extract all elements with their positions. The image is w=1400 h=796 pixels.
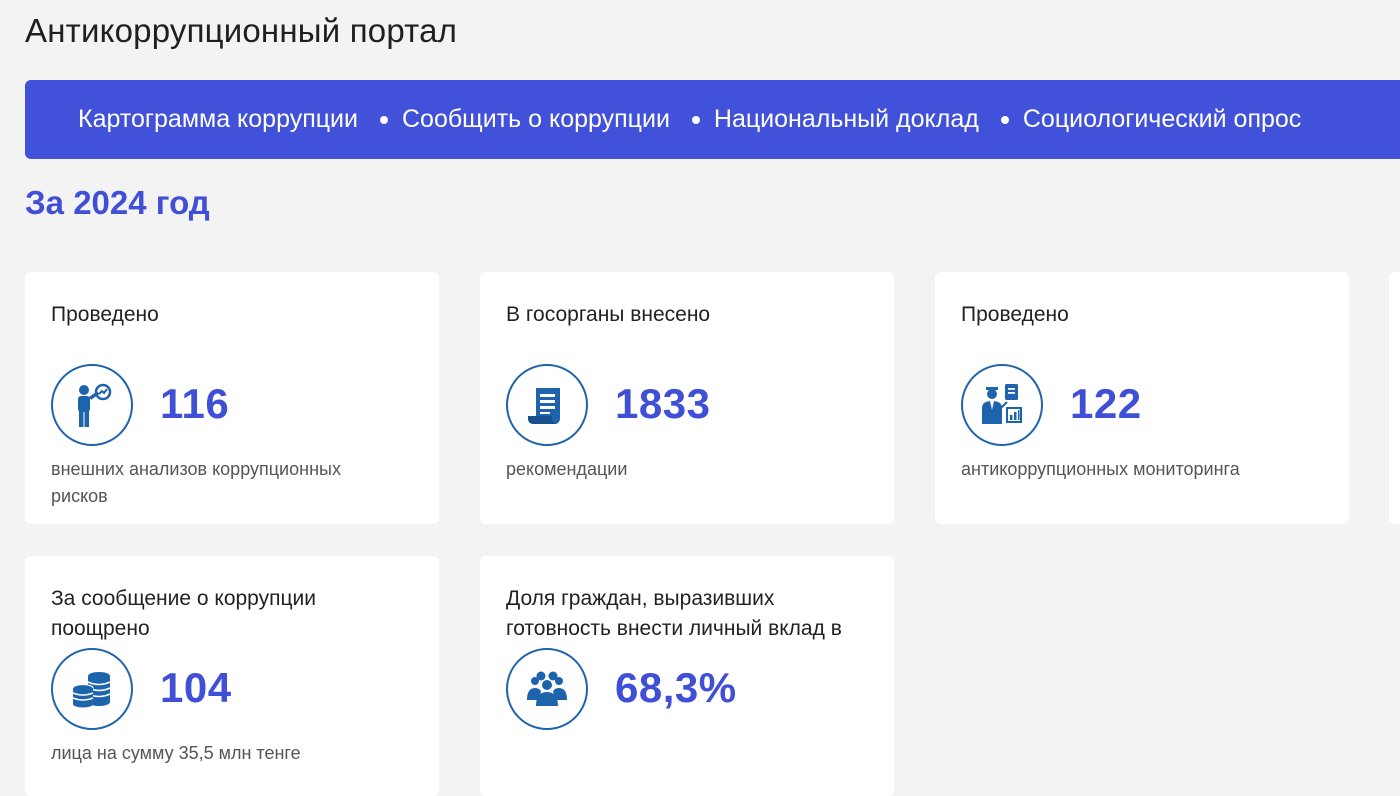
- monitoring-presenter-icon: [961, 364, 1043, 446]
- section-title: За 2024 год: [25, 184, 210, 221]
- coins-stack-icon: [51, 648, 133, 730]
- card-label: Доля граждан, выразивших готовность внес…: [506, 587, 842, 640]
- card-value: 1833: [615, 380, 711, 427]
- card-label: Проведено: [51, 303, 159, 326]
- stat-card-monitoring: Проведено 122 антикоррупционных монитори…: [935, 272, 1349, 524]
- card-value: 122: [1070, 380, 1142, 427]
- nav-item-report-corruption[interactable]: Сообщить о коррупции: [402, 105, 670, 134]
- nav-item-national-report[interactable]: Национальный доклад: [714, 105, 979, 134]
- nav-separator-dot: [1000, 115, 1009, 124]
- nav-separator-dot: [691, 115, 700, 124]
- stat-card-risk-analyses: Проведено 116 внешних анализов коррупцио…: [25, 272, 439, 524]
- card-description: рекомендации: [506, 459, 628, 479]
- card-description: внешних анализов коррупционных рисков: [51, 459, 341, 506]
- nav-separator-dot: [379, 115, 388, 124]
- card-description: лица на сумму 35,5 млн тенге: [51, 743, 301, 763]
- card-value: 68,3%: [615, 664, 737, 711]
- page-title: Антикоррупционный портал: [25, 12, 458, 49]
- stat-card-partial: [1389, 272, 1400, 524]
- stat-card-recommendations: В госорганы внесено 1833 рекомендации: [480, 272, 894, 524]
- document-scroll-icon: [506, 364, 588, 446]
- card-value: 116: [160, 380, 230, 427]
- card-label: В госорганы внесено: [506, 303, 711, 326]
- card-label: Проведено: [961, 303, 1069, 326]
- card-description: антикоррупционных мониторинга: [961, 459, 1240, 479]
- nav-item-corruption-map[interactable]: Картограмма коррупции: [78, 105, 358, 134]
- card-value: 104: [160, 664, 232, 711]
- people-group-icon: [506, 648, 588, 730]
- analyst-icon: [51, 364, 133, 446]
- card-label: За сообщение о коррупции поощрено: [51, 587, 316, 640]
- stat-card-citizens-share: Доля граждан, выразивших готовность внес…: [480, 556, 894, 796]
- stat-card-rewarded: За сообщение о коррупции поощрено 104 ли…: [25, 556, 439, 796]
- nav-item-sociological-survey[interactable]: Социологический опрос: [1023, 105, 1301, 134]
- main-nav: Картограмма коррупции Сообщить о коррупц…: [25, 80, 1400, 159]
